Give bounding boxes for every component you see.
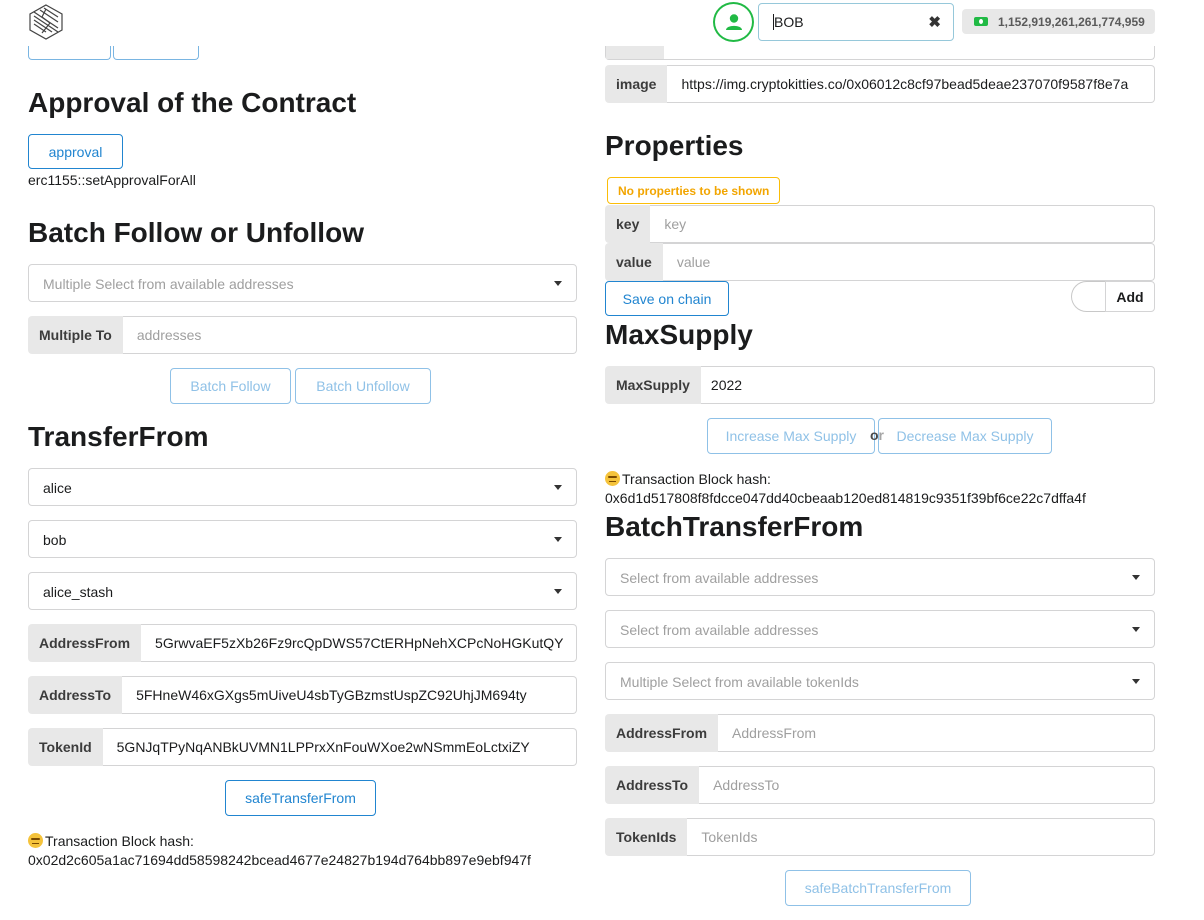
partial-button-left[interactable] xyxy=(28,46,111,60)
add-toggle-switch[interactable] xyxy=(1071,281,1105,312)
increase-max-supply-button[interactable]: Increase Max Supply xyxy=(707,418,875,454)
max-supply-hash: Transaction Block hash: 0x6d1d517808f8fd… xyxy=(605,470,1086,508)
batch-follow-select-placeholder: Multiple Select from available addresses xyxy=(43,276,294,292)
app-logo xyxy=(29,4,63,40)
max-supply-input[interactable]: 2022 xyxy=(700,366,1155,404)
address-to-label: AddressTo xyxy=(28,676,123,714)
batch-address-to-input[interactable]: AddressTo xyxy=(699,766,1155,804)
address-from-field: AddressFrom 5GrwvaEF5zXb26Fz9rcQpDWS57Ct… xyxy=(28,624,577,662)
batch-transfer-tokens-placeholder: Multiple Select from available tokenIds xyxy=(620,674,859,690)
chevron-down-icon xyxy=(554,537,562,542)
max-supply-title: MaxSupply xyxy=(605,319,753,350)
chevron-down-icon xyxy=(1132,679,1140,684)
partial-button-right[interactable] xyxy=(113,46,199,60)
address-from-input[interactable]: 5GrwvaEF5zXb26Fz9rcQpDWS57CtERHpNehXCPcN… xyxy=(141,624,577,662)
batch-address-from-input[interactable]: AddressFrom xyxy=(718,714,1155,752)
batch-transfer-tokens-select[interactable]: Multiple Select from available tokenIds xyxy=(605,662,1155,700)
image-label: image xyxy=(605,65,668,103)
safe-batch-transfer-from-button[interactable]: safeBatchTransferFrom xyxy=(785,870,971,906)
transfer-hash-value: 0x02d2c605a1ac71694dd58598242bcead4677e2… xyxy=(28,851,531,868)
money-icon xyxy=(974,17,988,26)
transfer-hash: Transaction Block hash: 0x02d2c605a1ac71… xyxy=(28,832,531,870)
max-supply-label: MaxSupply xyxy=(605,366,701,404)
transfer-token-select[interactable]: alice_stash xyxy=(28,572,577,610)
max-supply-hash-value: 0x6d1d517808f8fdcce047dd40cbeaab120ed814… xyxy=(605,489,1086,506)
approval-button[interactable]: approval xyxy=(28,134,123,169)
no-properties-badge: No properties to be shown xyxy=(607,177,781,204)
max-supply-hash-label: Transaction Block hash: xyxy=(622,471,771,487)
transfer-from-title: TransferFrom xyxy=(28,421,209,452)
user-icon xyxy=(725,14,742,30)
add-label[interactable]: Add xyxy=(1105,281,1155,312)
approval-method: erc1155::setApprovalForAll xyxy=(28,172,196,188)
batch-transfer-to-select[interactable]: Select from available addresses xyxy=(605,610,1155,648)
batch-follow-button[interactable]: Batch Follow xyxy=(170,368,291,404)
property-value-label: value xyxy=(605,243,663,281)
property-key-field: key key xyxy=(605,205,1155,243)
transfer-to-select[interactable]: bob xyxy=(28,520,577,558)
account-avatar-button[interactable] xyxy=(713,2,754,42)
transfer-to-select-value: bob xyxy=(43,532,67,548)
decrease-max-supply-button[interactable]: Decrease Max Supply xyxy=(878,418,1052,454)
batch-address-from-label: AddressFrom xyxy=(605,714,719,752)
token-id-field: TokenId 5GNJqTPyNqANBkUVMN1LPPrxXnFouWXo… xyxy=(28,728,577,766)
multiple-to-input[interactable]: addresses xyxy=(122,316,577,354)
batch-address-to-label: AddressTo xyxy=(605,766,700,804)
transfer-token-select-value: alice_stash xyxy=(43,584,114,600)
batch-token-ids-input[interactable]: TokenIds xyxy=(687,818,1155,856)
chevron-down-icon xyxy=(554,485,562,490)
save-on-chain-button[interactable]: Save on chain xyxy=(605,281,729,316)
safe-transfer-from-button[interactable]: safeTransferFrom xyxy=(225,780,376,816)
account-selector-value: BOB xyxy=(773,14,804,30)
account-selector[interactable]: BOB ✖ xyxy=(758,3,954,41)
transfer-from-select-value: alice xyxy=(43,480,72,496)
chevron-down-icon xyxy=(1132,575,1140,580)
address-to-input[interactable]: 5FHneW46xGXgs5mUiveU4sbTyGBzmstUspZC92Uh… xyxy=(122,676,577,714)
batch-token-ids-field: TokenIds TokenIds xyxy=(605,818,1155,856)
chevron-down-icon xyxy=(1132,627,1140,632)
chevron-down-icon xyxy=(554,589,562,594)
image-input[interactable]: https://img.cryptokitties.co/0x06012c8cf… xyxy=(667,65,1155,103)
property-key-input[interactable]: key xyxy=(650,205,1155,243)
batch-address-from-field: AddressFrom AddressFrom xyxy=(605,714,1155,752)
relieved-face-icon xyxy=(605,471,620,486)
property-key-label: key xyxy=(605,205,651,243)
batch-transfer-to-placeholder: Select from available addresses xyxy=(620,622,819,638)
image-field: image https://img.cryptokitties.co/0x060… xyxy=(605,65,1155,103)
add-toggle[interactable]: Add xyxy=(1071,281,1155,312)
batch-transfer-title: BatchTransferFrom xyxy=(605,511,864,542)
multiple-to-label: Multiple To xyxy=(28,316,123,354)
address-to-field: AddressTo 5FHneW46xGXgs5mUiveU4sbTyGBzms… xyxy=(28,676,577,714)
batch-token-ids-label: TokenIds xyxy=(605,818,688,856)
property-value-input[interactable]: value xyxy=(662,243,1155,281)
approval-title: Approval of the Contract xyxy=(28,87,357,118)
batch-unfollow-button[interactable]: Batch Unfollow xyxy=(295,368,431,404)
properties-title: Properties xyxy=(605,130,744,161)
transfer-from-select[interactable]: alice xyxy=(28,468,577,506)
transfer-hash-label: Transaction Block hash: xyxy=(45,833,194,849)
balance-badge: 1,152,919,261,261,774,959 xyxy=(962,9,1155,34)
relieved-face-icon xyxy=(28,833,43,848)
balance-value: 1,152,919,261,261,774,959 xyxy=(998,14,1145,29)
max-supply-field: MaxSupply 2022 xyxy=(605,366,1155,404)
token-id-label: TokenId xyxy=(28,728,103,766)
clear-icon[interactable]: ✖ xyxy=(928,13,941,31)
partial-field-top xyxy=(605,46,1155,60)
batch-follow-title: Batch Follow or Unfollow xyxy=(28,217,364,248)
batch-transfer-from-placeholder: Select from available addresses xyxy=(620,570,819,586)
property-value-field: value value xyxy=(605,243,1155,281)
batch-transfer-from-select[interactable]: Select from available addresses xyxy=(605,558,1155,596)
chevron-down-icon xyxy=(554,281,562,286)
batch-follow-address-select[interactable]: Multiple Select from available addresses xyxy=(28,264,577,302)
token-id-input[interactable]: 5GNJqTPyNqANBkUVMN1LPPrxXnFouWXoe2wNSmmE… xyxy=(102,728,577,766)
address-from-label: AddressFrom xyxy=(28,624,142,662)
batch-address-to-field: AddressTo AddressTo xyxy=(605,766,1155,804)
multiple-to-field: Multiple To addresses xyxy=(28,316,577,354)
